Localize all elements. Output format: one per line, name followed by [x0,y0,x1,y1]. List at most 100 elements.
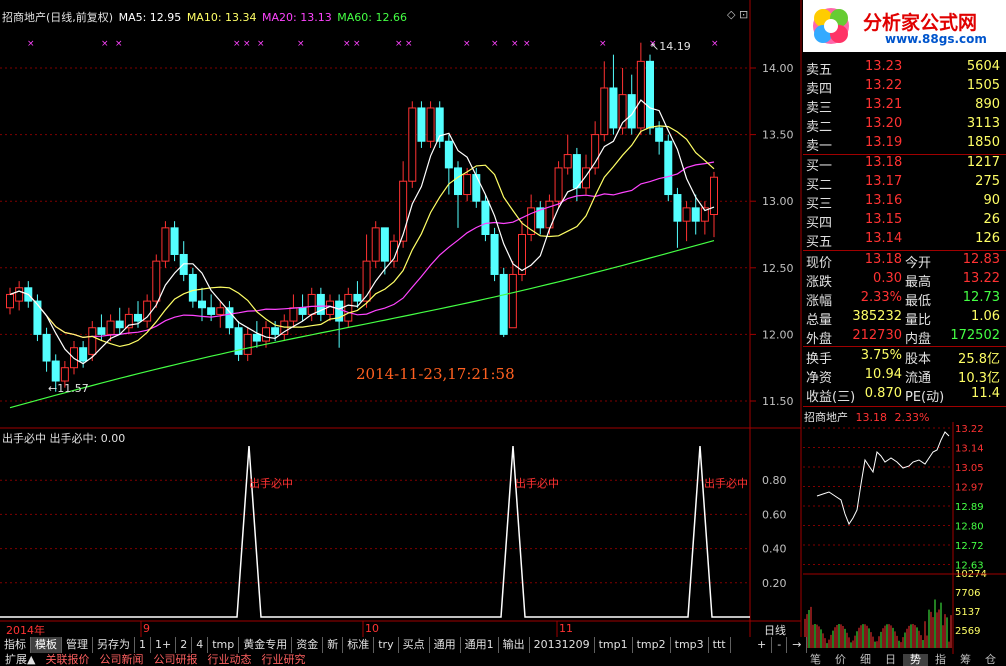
bottom-tab-5[interactable]: 行业研究 [256,654,310,666]
chart-title-bar: 招商地产(日线,前复权) MA5: 12.95 MA10: 13.34 MA20… [2,9,407,25]
signal-marker: × [523,39,531,49]
signal-marker: × [491,39,499,49]
candle-body [207,307,216,315]
candle-body [572,154,581,189]
mini-tab-0[interactable]: 笔 [803,654,828,666]
period-label[interactable]: 日线 [764,622,786,638]
site-logo: 分析家公式网 www.88gs.com [803,0,1006,52]
toolbar-tab-15[interactable]: 通用 [429,637,461,653]
toolbar-tab-19[interactable]: tmp1 [594,637,633,653]
bottom-tab-4[interactable]: 行业动态 [202,654,256,666]
bottom-tab-0[interactable]: 扩展▲ [0,654,40,666]
candle-body [344,293,353,322]
signal-marker: × [115,39,123,49]
mini-tab-1[interactable]: 价 [828,654,853,666]
toolbar-tab-16[interactable]: 通用1 [460,637,499,653]
bottom-info-tabs[interactable]: 扩展▲ 关联报价 公司新闻 公司研报 行业动态 行业研究 [0,654,310,666]
chart-option-icons[interactable]: ◇ ⊡ [727,8,748,21]
toolbar-tab-1[interactable]: 模板 [31,637,62,653]
toolbar-tab-10[interactable]: 资金 [292,637,324,653]
mini-tab-5[interactable]: 指 [928,654,953,666]
price-axis-label: 14.00 [762,62,794,75]
quote-row: 卖三 13.21 890 [806,97,1000,116]
quote-row: 买四 13.15 26 [806,212,1000,231]
candle-body [307,293,316,315]
ma5-label: MA5: 12.95 [118,11,182,24]
mini-chart-tabs[interactable]: 笔价细日势指筹仓 [803,654,1006,666]
candle-body [79,347,88,362]
candle-body [417,107,426,142]
mini-axis-label: 13.14 [955,444,984,455]
candle-body [426,107,435,142]
quote-row: 卖五 13.23 5604 [806,59,1000,78]
quote-row: 买五 13.14 126 [806,231,1000,250]
toolbar-tab-13[interactable]: try [374,637,399,653]
quote-row: 总量 385232 量比 1.06 [806,309,1000,328]
toolbar-tab-14[interactable]: 买点 [398,637,430,653]
quote-row: 涨跌 0.30 最高 13.22 [806,271,1000,290]
candle-body [134,313,142,322]
candle-body [225,307,234,329]
time-axis-sep: 9 [143,622,150,635]
toolbar-tab-5[interactable]: 1+ [151,637,177,653]
candle-body [710,176,718,216]
toolbar-tab-20[interactable]: tmp2 [632,637,671,653]
toolbar-tab-12[interactable]: 标准 [343,637,375,653]
quote-row: 换手 3.75% 股本 25.8亿 [806,348,1000,367]
candle-body [582,167,590,189]
candle-body [106,320,115,335]
intraday-mini-chart[interactable]: 13.2213.1413.0512.9712.8912.8012.7212.63… [803,422,1006,654]
toolbar-tab-22[interactable]: ttt [708,637,731,653]
quote-row: 卖二 13.20 3113 [806,116,1000,135]
high-price-annotation: ↖14.19 [650,40,691,53]
indicator-axis-label: 0.40 [762,543,787,556]
candle-body [161,227,170,262]
time-axis-oct: 10 [365,622,379,635]
toolbar-tab-6[interactable]: 2 [176,637,193,653]
mini-tab-3[interactable]: 日 [878,654,903,666]
candle-body [408,107,417,182]
toolbar-tab-21[interactable]: tmp3 [670,637,709,653]
toolbar-tab-2[interactable]: 管理 [62,637,93,653]
candle-body [6,293,14,309]
candle-body [170,227,179,255]
signal-marker: × [353,39,361,49]
toolbar-tab-7[interactable]: 4 [192,637,209,653]
toolbar-zoom-controls[interactable]: + - → [752,637,808,653]
candle-body [472,174,481,202]
toolbar-tab-11[interactable]: 新 [323,637,344,653]
toolbar-tab-0[interactable]: 指标 [0,637,31,653]
candle-body [115,320,124,329]
toolbar-tab-4[interactable]: 1 [135,637,151,653]
toolbar-tab-3[interactable]: 另存为 [93,637,135,653]
candle-body [60,367,69,382]
mini-vol-label: 7706 [955,588,980,599]
bottom-tab-1[interactable]: 关联报价 [40,654,94,666]
candle-body [289,307,298,322]
mini-tab-4[interactable]: 势 [903,654,928,666]
mini-tab-2[interactable]: 细 [853,654,878,666]
ma60-label: MA60: 12.66 [337,11,407,24]
bottom-tab-3[interactable]: 公司研报 [148,654,202,666]
chart-mode: (日线,前复权) [46,11,114,24]
toolbar-tab-18[interactable]: 20131209 [529,637,595,653]
toolbar-tab-8[interactable]: tmp [208,637,240,653]
bottom-tab-2[interactable]: 公司新闻 [94,654,148,666]
candle-body [198,300,206,309]
candle-body [271,327,280,335]
zoom-button-1[interactable]: - [772,637,788,653]
indicator-axis-label: 0.80 [762,474,787,487]
toolbar-tab-9[interactable]: 黄金专用 [239,637,293,653]
mini-axis-label: 13.22 [955,424,984,435]
candle-body [609,87,618,129]
mini-tab-7[interactable]: 仓 [978,654,1003,666]
toolbar-tab-17[interactable]: 输出 [498,637,530,653]
signal-label-3: 出手必中 [704,477,748,490]
zoom-button-2[interactable]: → [787,637,808,653]
zoom-button-0[interactable]: + [752,637,773,653]
candle-body [490,234,499,275]
indicator-title: 出手必中 出手必中: 0.00 [2,432,126,445]
formula-toolbar[interactable]: 指标 模板 管理 另存为 1 1+ 2 4 tmp 黄金专用 资金新标准 try 买点 通用 通用1 输出 20… [0,637,731,653]
signal-marker: × [511,39,519,49]
mini-tab-6[interactable]: 筹 [953,654,978,666]
